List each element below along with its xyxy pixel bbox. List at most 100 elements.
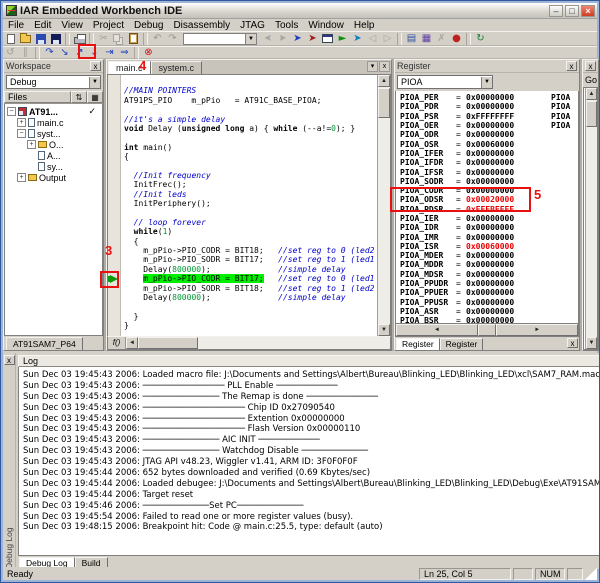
go-icon[interactable]: ⇒ xyxy=(118,47,132,59)
register-row-pioa_idr[interactable]: PIOA_IDR=0x00000000 xyxy=(396,223,578,232)
register-row-pioa_pdsr[interactable]: PIOA_PDSR=0xFFFBFFFF xyxy=(396,205,578,214)
register-row-pioa_mder[interactable]: PIOA_MDER=0x00000000 xyxy=(396,251,578,260)
code-line[interactable] xyxy=(124,302,377,311)
workspace-close-icon[interactable]: x xyxy=(90,61,101,71)
maximize-button[interactable]: □ xyxy=(565,5,579,17)
register-row-pioa_ifdr[interactable]: PIOA_IFDR=0x00000000 xyxy=(396,158,578,167)
code-line[interactable]: } xyxy=(124,312,377,321)
code-line[interactable] xyxy=(124,133,377,142)
save-all-icon[interactable] xyxy=(49,33,63,45)
code-line[interactable]: { xyxy=(124,152,377,161)
code-line[interactable]: Delay(800000); //simple delay xyxy=(124,293,377,302)
tree-item-sy[interactable]: sy... xyxy=(5,161,102,172)
tab-list-icon[interactable]: ▾ xyxy=(367,61,378,72)
next-statement-icon[interactable]: ↓ xyxy=(88,47,102,59)
register-row-pioa_odr[interactable]: PIOA_ODR=0x00000000 xyxy=(396,130,578,139)
code-line[interactable]: { xyxy=(124,237,377,246)
stop-debugging-icon[interactable]: ⊗ xyxy=(142,47,156,59)
tab-register-2[interactable]: Register xyxy=(440,338,484,350)
paste-icon[interactable] xyxy=(127,33,141,45)
workspace-config-select[interactable]: Debug ▼ xyxy=(6,75,101,89)
tree-item-at91[interactable]: −AT91...✓ xyxy=(5,106,102,117)
register-row-pioa_mddr[interactable]: PIOA_MDDR=0x00000000 xyxy=(396,260,578,269)
menu-tools[interactable]: Tools xyxy=(270,20,303,31)
register-group-select[interactable]: PIOA ▼ xyxy=(397,75,493,89)
step-into-icon[interactable]: ↘ xyxy=(58,47,72,59)
code-area[interactable]: //MAIN POINTERSAT91PS_PIO m_pPio = AT91C… xyxy=(121,75,377,336)
tree-expander-icon[interactable]: + xyxy=(17,118,26,127)
register-row-pioa_ppudr[interactable]: PIOA_PPUDR=0x00000000 xyxy=(396,279,578,288)
scroll-right-icon[interactable]: ► xyxy=(496,324,578,336)
scroll-thumb[interactable] xyxy=(478,324,497,336)
register-row-pioa_osr[interactable]: PIOA_OSR=0x00060000 xyxy=(396,139,578,148)
code-line[interactable]: //Init frequency xyxy=(124,171,377,180)
scroll-up-icon[interactable]: ▲ xyxy=(586,88,597,100)
tree-expander-icon[interactable]: + xyxy=(17,173,26,182)
menu-project[interactable]: Project xyxy=(88,20,129,31)
menu-jtag[interactable]: JTAG xyxy=(235,20,270,31)
code-line[interactable]: m_pPio->PIO_CODR = BIT18; //set reg to 0… xyxy=(124,246,377,255)
code-line[interactable]: // loop forever xyxy=(124,218,377,227)
open-file-icon[interactable] xyxy=(19,33,33,45)
code-line[interactable]: void Delay (unsigned long a) { while (--… xyxy=(124,124,377,133)
code-line[interactable] xyxy=(124,162,377,171)
compile-icon[interactable]: ▤ xyxy=(405,33,419,45)
tree-item-a[interactable]: A... xyxy=(5,150,102,161)
step-out-icon[interactable]: ↗ xyxy=(73,47,87,59)
register-horizontal-scrollbar[interactable]: ◄ ► xyxy=(395,324,579,337)
register-row-pioa_pdr[interactable]: PIOA_PDR=0x00000000PIOA xyxy=(396,102,578,111)
menu-edit[interactable]: Edit xyxy=(29,20,56,31)
menu-view[interactable]: View xyxy=(56,20,88,31)
scroll-down-icon[interactable]: ▼ xyxy=(586,337,597,349)
code-line[interactable]: m_pPio->PIO_CODR = BIT17; //set reg to 0… xyxy=(124,274,377,283)
scroll-left-icon[interactable]: ◄ xyxy=(126,337,138,349)
code-line[interactable] xyxy=(124,105,377,114)
scroll-thumb[interactable] xyxy=(378,88,390,118)
code-line[interactable]: int main() xyxy=(124,143,377,152)
function-list-button[interactable]: f() xyxy=(108,337,126,349)
menu-window[interactable]: Window xyxy=(303,20,349,31)
scroll-thumb[interactable] xyxy=(586,101,597,127)
breakpoint-margin[interactable] xyxy=(108,75,121,336)
make-icon[interactable]: ▦ xyxy=(420,33,434,45)
editor-horizontal-scrollbar[interactable]: ◄ xyxy=(126,337,390,349)
scroll-up-icon[interactable]: ▲ xyxy=(378,75,390,87)
code-line[interactable]: InitPeriphery(); xyxy=(124,199,377,208)
print-icon[interactable] xyxy=(73,33,87,45)
register-row-pioa_oer[interactable]: PIOA_OER=0x00000000PIOA xyxy=(396,121,578,130)
code-line[interactable]: m_pPio->PIO_SODR = BIT17; //set reg to 1… xyxy=(124,255,377,264)
menu-help[interactable]: Help xyxy=(349,20,380,31)
editor-vertical-scrollbar[interactable]: ▲ ▼ xyxy=(377,75,390,336)
register-close-icon[interactable]: x xyxy=(566,61,577,71)
step-over-icon[interactable]: ↷ xyxy=(43,47,57,59)
run-to-cursor-icon[interactable]: ⇥ xyxy=(103,47,117,59)
register-row-pioa_bsr[interactable]: PIOA_BSR=0x00000000 xyxy=(396,316,578,324)
menu-disassembly[interactable]: Disassembly xyxy=(168,20,235,31)
code-line[interactable]: //MAIN POINTERS xyxy=(124,86,377,95)
chevron-down-icon[interactable]: ▼ xyxy=(89,77,100,88)
close-button[interactable]: × xyxy=(581,5,595,17)
go-to-bookmark-icon[interactable]: ➤ xyxy=(306,33,320,45)
go-to-cursor-icon[interactable]: ➤ xyxy=(351,33,365,45)
minimize-button[interactable]: ‒ xyxy=(549,5,563,17)
code-line[interactable]: //Init leds xyxy=(124,190,377,199)
scroll-left-icon[interactable]: ◄ xyxy=(396,324,478,336)
register-row-pioa_psr[interactable]: PIOA_PSR=0xFFFFFFFFPIOA xyxy=(396,112,578,121)
register-row-pioa_isr[interactable]: PIOA_ISR=0x00060000 xyxy=(396,242,578,251)
new-document-icon[interactable] xyxy=(4,33,18,45)
log-close-icon[interactable]: x xyxy=(4,355,15,365)
code-line[interactable]: m_pPio->PIO_SODR = BIT18; //set reg to 1… xyxy=(124,284,377,293)
find-combo[interactable]: ▼ xyxy=(183,33,257,45)
code-line[interactable]: InitFrec(); xyxy=(124,180,377,189)
tree-expander-icon[interactable]: − xyxy=(7,107,16,116)
tab-system-c[interactable]: system.c xyxy=(151,61,203,74)
tree-item-mainc[interactable]: +main.c xyxy=(5,117,102,128)
toggle-breakpoint-icon[interactable]: ● xyxy=(450,33,464,45)
tree-item-syst[interactable]: −syst... xyxy=(5,128,102,139)
disassembly-close-icon[interactable]: x xyxy=(585,61,596,71)
open-watch-window-icon[interactable] xyxy=(321,33,335,45)
register-row-pioa_per[interactable]: PIOA_PER=0x00000000PIOA xyxy=(396,93,578,102)
register-row-pioa_ifsr[interactable]: PIOA_IFSR=0x00000000 xyxy=(396,167,578,176)
chevron-down-icon[interactable]: ▼ xyxy=(481,77,492,88)
code-line[interactable] xyxy=(124,77,377,86)
